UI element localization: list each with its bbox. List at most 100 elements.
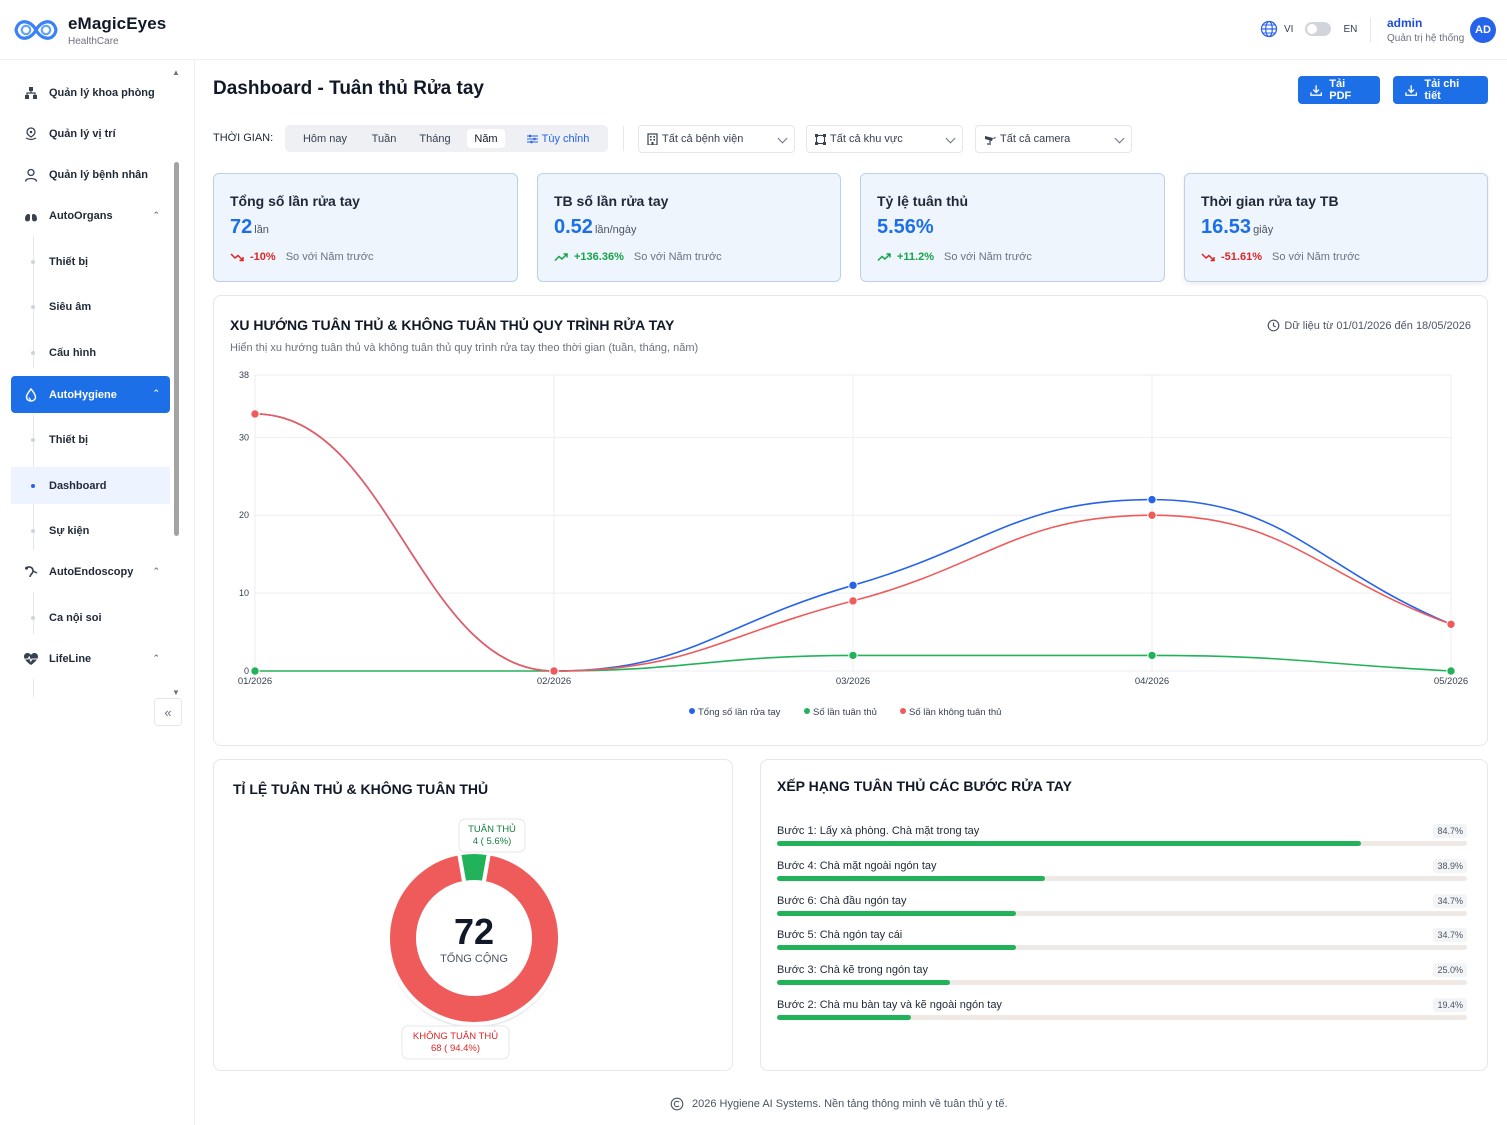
brand-logo-icon[interactable] (12, 14, 60, 46)
user-info[interactable]: admin Quản trị hệ thống (1387, 16, 1464, 44)
series-point (1147, 510, 1157, 520)
camera-select[interactable]: Tất cả camera (975, 125, 1132, 153)
bullet-icon (31, 616, 35, 620)
hospital-select[interactable]: Tất cả bệnh viện (638, 125, 795, 153)
y-tick-label: 38 (239, 370, 249, 380)
series-point (848, 580, 858, 591)
sidebar-item-label: AutoHygiene (49, 388, 117, 401)
sidebar-item-ultrasound[interactable]: Siêu âm (11, 289, 170, 325)
submenu-line (33, 679, 34, 697)
legend-label: Số lần không tuân thủ (909, 707, 1001, 718)
location-icon (23, 126, 39, 142)
sidebar-item-patients[interactable]: Quản lý bệnh nhân (11, 157, 170, 193)
sidebar-item-label: LifeLine (49, 653, 92, 665)
sidebar-item-events[interactable]: Sự kiện (11, 513, 170, 549)
series-point (1446, 619, 1456, 629)
download-detail-button[interactable]: Tải chi tiết (1393, 76, 1488, 104)
language-toggle[interactable] (1305, 22, 1332, 36)
step-percent-badge: 34.7% (1433, 928, 1467, 943)
trend-down-icon (230, 253, 244, 262)
stat-trend: +136.36% So với Năm trước (554, 251, 722, 263)
time-option-today[interactable]: Hôm nay (293, 129, 357, 148)
sidebar-scrollbar[interactable] (174, 162, 179, 536)
sidebar-item-autohygiene[interactable]: AutoHygiene ⌃ (11, 376, 170, 413)
step-name: Bước 1: Lấy xà phòng. Chà mặt trong tay (777, 825, 980, 837)
scroll-up-icon[interactable]: ▲ (172, 68, 180, 77)
step-percent-badge: 25.0% (1433, 963, 1467, 978)
step-progress-fill (777, 875, 1046, 881)
y-tick-label: 10 (239, 588, 249, 598)
stat-change: +136.36% (574, 251, 624, 263)
step-ranking-row: Bước 6: Chà đầu ngón tay 34.7% (777, 893, 1467, 925)
stat-value-number: 5.56% (877, 216, 934, 238)
stat-label: Tỷ lệ tuân thủ (877, 193, 968, 209)
step-ranking-row: Bước 1: Lấy xà phòng. Chà mặt trong tay 8… (777, 824, 1467, 855)
sidebar-item-autoorgans[interactable]: AutoOrgans ⌃ (11, 198, 170, 234)
header-divider (1370, 18, 1371, 42)
y-tick-label: 0 (244, 666, 249, 676)
time-option-week[interactable]: Tuần (363, 129, 405, 148)
heart-icon (23, 651, 39, 667)
trend-down-icon (1201, 253, 1215, 262)
time-option-custom[interactable]: Tùy chỉnh (515, 129, 601, 148)
sidebar-item-dashboard[interactable]: Dashboard (11, 467, 170, 504)
filter-divider (623, 126, 624, 151)
stat-compare: So với Năm trước (1271, 251, 1360, 263)
globe-icon (1260, 20, 1278, 38)
stat-change: +11.2% (897, 251, 935, 263)
x-tick-label: 01/2026 (238, 676, 272, 687)
step-name: Bước 4: Chà mặt ngoài ngón tay (777, 859, 937, 872)
compliance-donut-chart: 72TỔNG CỘNG TUÂN THỦ4 ( 5.6%) KHÔNG TUÂN T… (386, 818, 562, 1060)
sidebar-item-autoorgans-devices[interactable]: Thiết bị (11, 244, 170, 280)
donut-callout-name: KHÔNG TUÂN THỦ (413, 1030, 498, 1042)
avatar[interactable]: AD (1470, 17, 1496, 43)
bullet-icon (31, 351, 35, 355)
download-icon (1405, 84, 1418, 96)
stat-value: 16.53 giây (1201, 216, 1273, 239)
sidebar-item-label: AutoOrgans (49, 210, 113, 222)
bullet-icon (31, 305, 35, 309)
time-option-month[interactable]: Tháng (411, 129, 459, 148)
time-option-year[interactable]: Năm (467, 129, 505, 148)
download-pdf-label: Tải PDF (1329, 78, 1352, 102)
step-progress-fill (777, 945, 1017, 951)
top-header: eMagicEyes HealthCare VI EN admin Quản t… (0, 0, 1507, 60)
stat-trend: -10% So với Năm trước (230, 251, 374, 263)
stat-value-number: 0.52 (554, 216, 593, 238)
stat-card-total-washes: Tổng số lần rửa tay 72 lần -10% So với Nă… (213, 173, 518, 282)
trend-line-chart: 0 10 20 30 38 01/2026 02/2026 03/2026 04/2026 05/… (238, 370, 1468, 718)
sidebar-item-departments[interactable]: Quản lý khoa phòng (11, 75, 170, 111)
sidebar-item-lifeline[interactable]: LifeLine ⌃ (11, 641, 170, 677)
collapse-sidebar-button[interactable]: « (154, 698, 182, 726)
scroll-down-icon[interactable]: ▼ (172, 688, 180, 697)
sidebar-item-endoscopy-cases[interactable]: Ca nội soi (11, 600, 170, 636)
stat-unit: lần/ngày (594, 224, 637, 236)
step-name: Bước 5: Chà ngón tay cái (777, 929, 903, 942)
bullet-icon (31, 438, 35, 442)
sidebar-item-autoendoscopy[interactable]: AutoEndoscopy ⌃ (11, 554, 170, 590)
stat-value: 5.56% (877, 216, 936, 239)
sidebar-item-hygiene-devices[interactable]: Thiết bị (11, 422, 170, 458)
series-point (250, 666, 260, 676)
language-switch: VI EN (1260, 20, 1357, 38)
chevron-up-icon: ⌃ (152, 653, 160, 663)
series-point (549, 666, 559, 676)
stat-compare: So với Năm trước (944, 251, 1032, 263)
chevron-up-icon: ⌃ (152, 210, 160, 220)
step-ranking-row: Bước 2: Chà mu bàn tay và kẽ ngoài ngón … (777, 998, 1467, 1029)
drop-icon (23, 387, 39, 403)
stat-value: 72 lần (230, 216, 269, 239)
sidebar-item-label: Quản lý bệnh nhân (49, 169, 149, 181)
stat-unit: giây (1253, 224, 1274, 236)
series-point (250, 409, 260, 419)
sidebar-item-locations[interactable]: Quản lý vị trí (11, 116, 170, 152)
sidebar-item-config[interactable]: Cấu hình (11, 335, 170, 371)
legend-marker (804, 708, 810, 714)
area-select[interactable]: Tất cả khu vực (806, 125, 963, 153)
donut-callout-value: 4 ( 5.6%) (473, 836, 512, 847)
endoscope-icon (23, 564, 39, 580)
download-pdf-button[interactable]: Tải PDF (1298, 76, 1380, 104)
x-tick-label: 03/2026 (836, 676, 870, 687)
user-icon (23, 167, 39, 183)
chevron-down-icon (945, 133, 956, 144)
